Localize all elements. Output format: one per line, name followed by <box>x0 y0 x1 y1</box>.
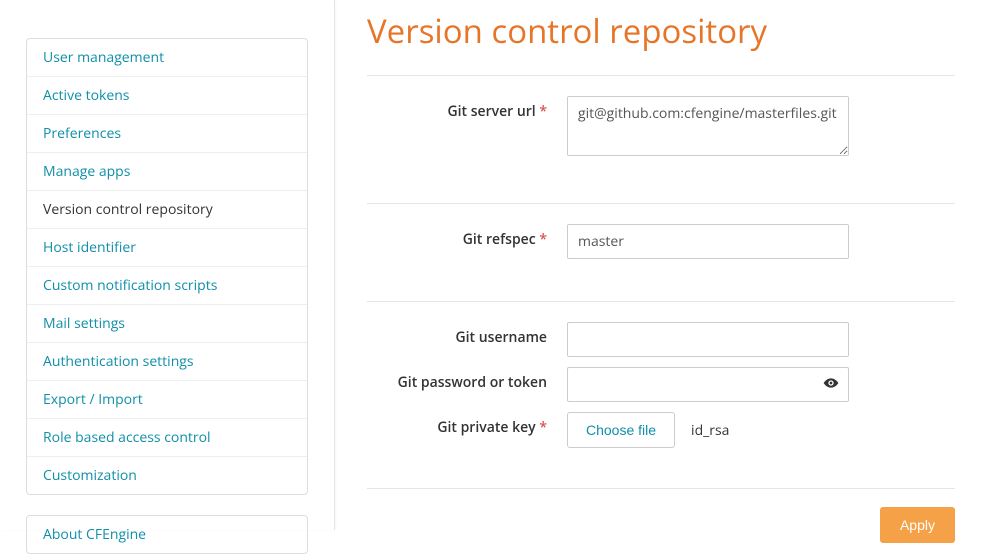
form-actions: Apply <box>367 488 955 543</box>
private-key-filename: id_rsa <box>691 421 729 440</box>
sidebar-item-export-import[interactable]: Export / Import <box>27 381 307 419</box>
git-private-key-label: Git private key * <box>367 412 567 437</box>
nav-box-secondary: About CFEngine <box>26 515 308 554</box>
form-section-url: Git server url * <box>367 75 955 203</box>
sidebar-item-role-based-access-control[interactable]: Role based access control <box>27 419 307 457</box>
sidebar-item-user-management[interactable]: User management <box>27 39 307 77</box>
sidebar-item-version-control-repository[interactable]: Version control repository <box>27 191 307 229</box>
sidebar-item-authentication-settings[interactable]: Authentication settings <box>27 343 307 381</box>
git-password-input[interactable] <box>567 367 849 402</box>
sidebar-item-custom-notification-scripts[interactable]: Custom notification scripts <box>27 267 307 305</box>
eye-icon[interactable] <box>823 374 839 396</box>
sidebar-item-active-tokens[interactable]: Active tokens <box>27 77 307 115</box>
git-refspec-input[interactable] <box>567 224 849 259</box>
sidebar-item-about-cfengine[interactable]: About CFEngine <box>27 516 307 553</box>
page-title: Version control repository <box>367 8 955 53</box>
required-marker: * <box>539 418 547 437</box>
nav-list: User management Active tokens Preference… <box>26 38 308 495</box>
sidebar-item-customization[interactable]: Customization <box>27 457 307 494</box>
git-username-input[interactable] <box>567 322 849 357</box>
git-server-url-input[interactable] <box>567 96 849 156</box>
sidebar-item-mail-settings[interactable]: Mail settings <box>27 305 307 343</box>
sidebar-item-manage-apps[interactable]: Manage apps <box>27 153 307 191</box>
form-section-refspec: Git refspec * <box>367 203 955 301</box>
git-password-label: Git password or token <box>367 367 567 392</box>
sidebar-item-host-identifier[interactable]: Host identifier <box>27 229 307 267</box>
sidebar-item-preferences[interactable]: Preferences <box>27 115 307 153</box>
git-refspec-label: Git refspec * <box>367 224 567 249</box>
git-server-url-label: Git server url * <box>367 96 567 121</box>
main-content: Version control repository Git server ur… <box>335 0 981 530</box>
required-marker: * <box>539 230 547 249</box>
apply-button[interactable]: Apply <box>880 507 955 543</box>
required-marker: * <box>539 102 547 121</box>
sidebar: User management Active tokens Preference… <box>0 0 335 530</box>
choose-file-button[interactable]: Choose file <box>567 412 675 448</box>
form-section-auth: Git username Git password or token <box>367 301 955 488</box>
git-username-label: Git username <box>367 322 567 347</box>
